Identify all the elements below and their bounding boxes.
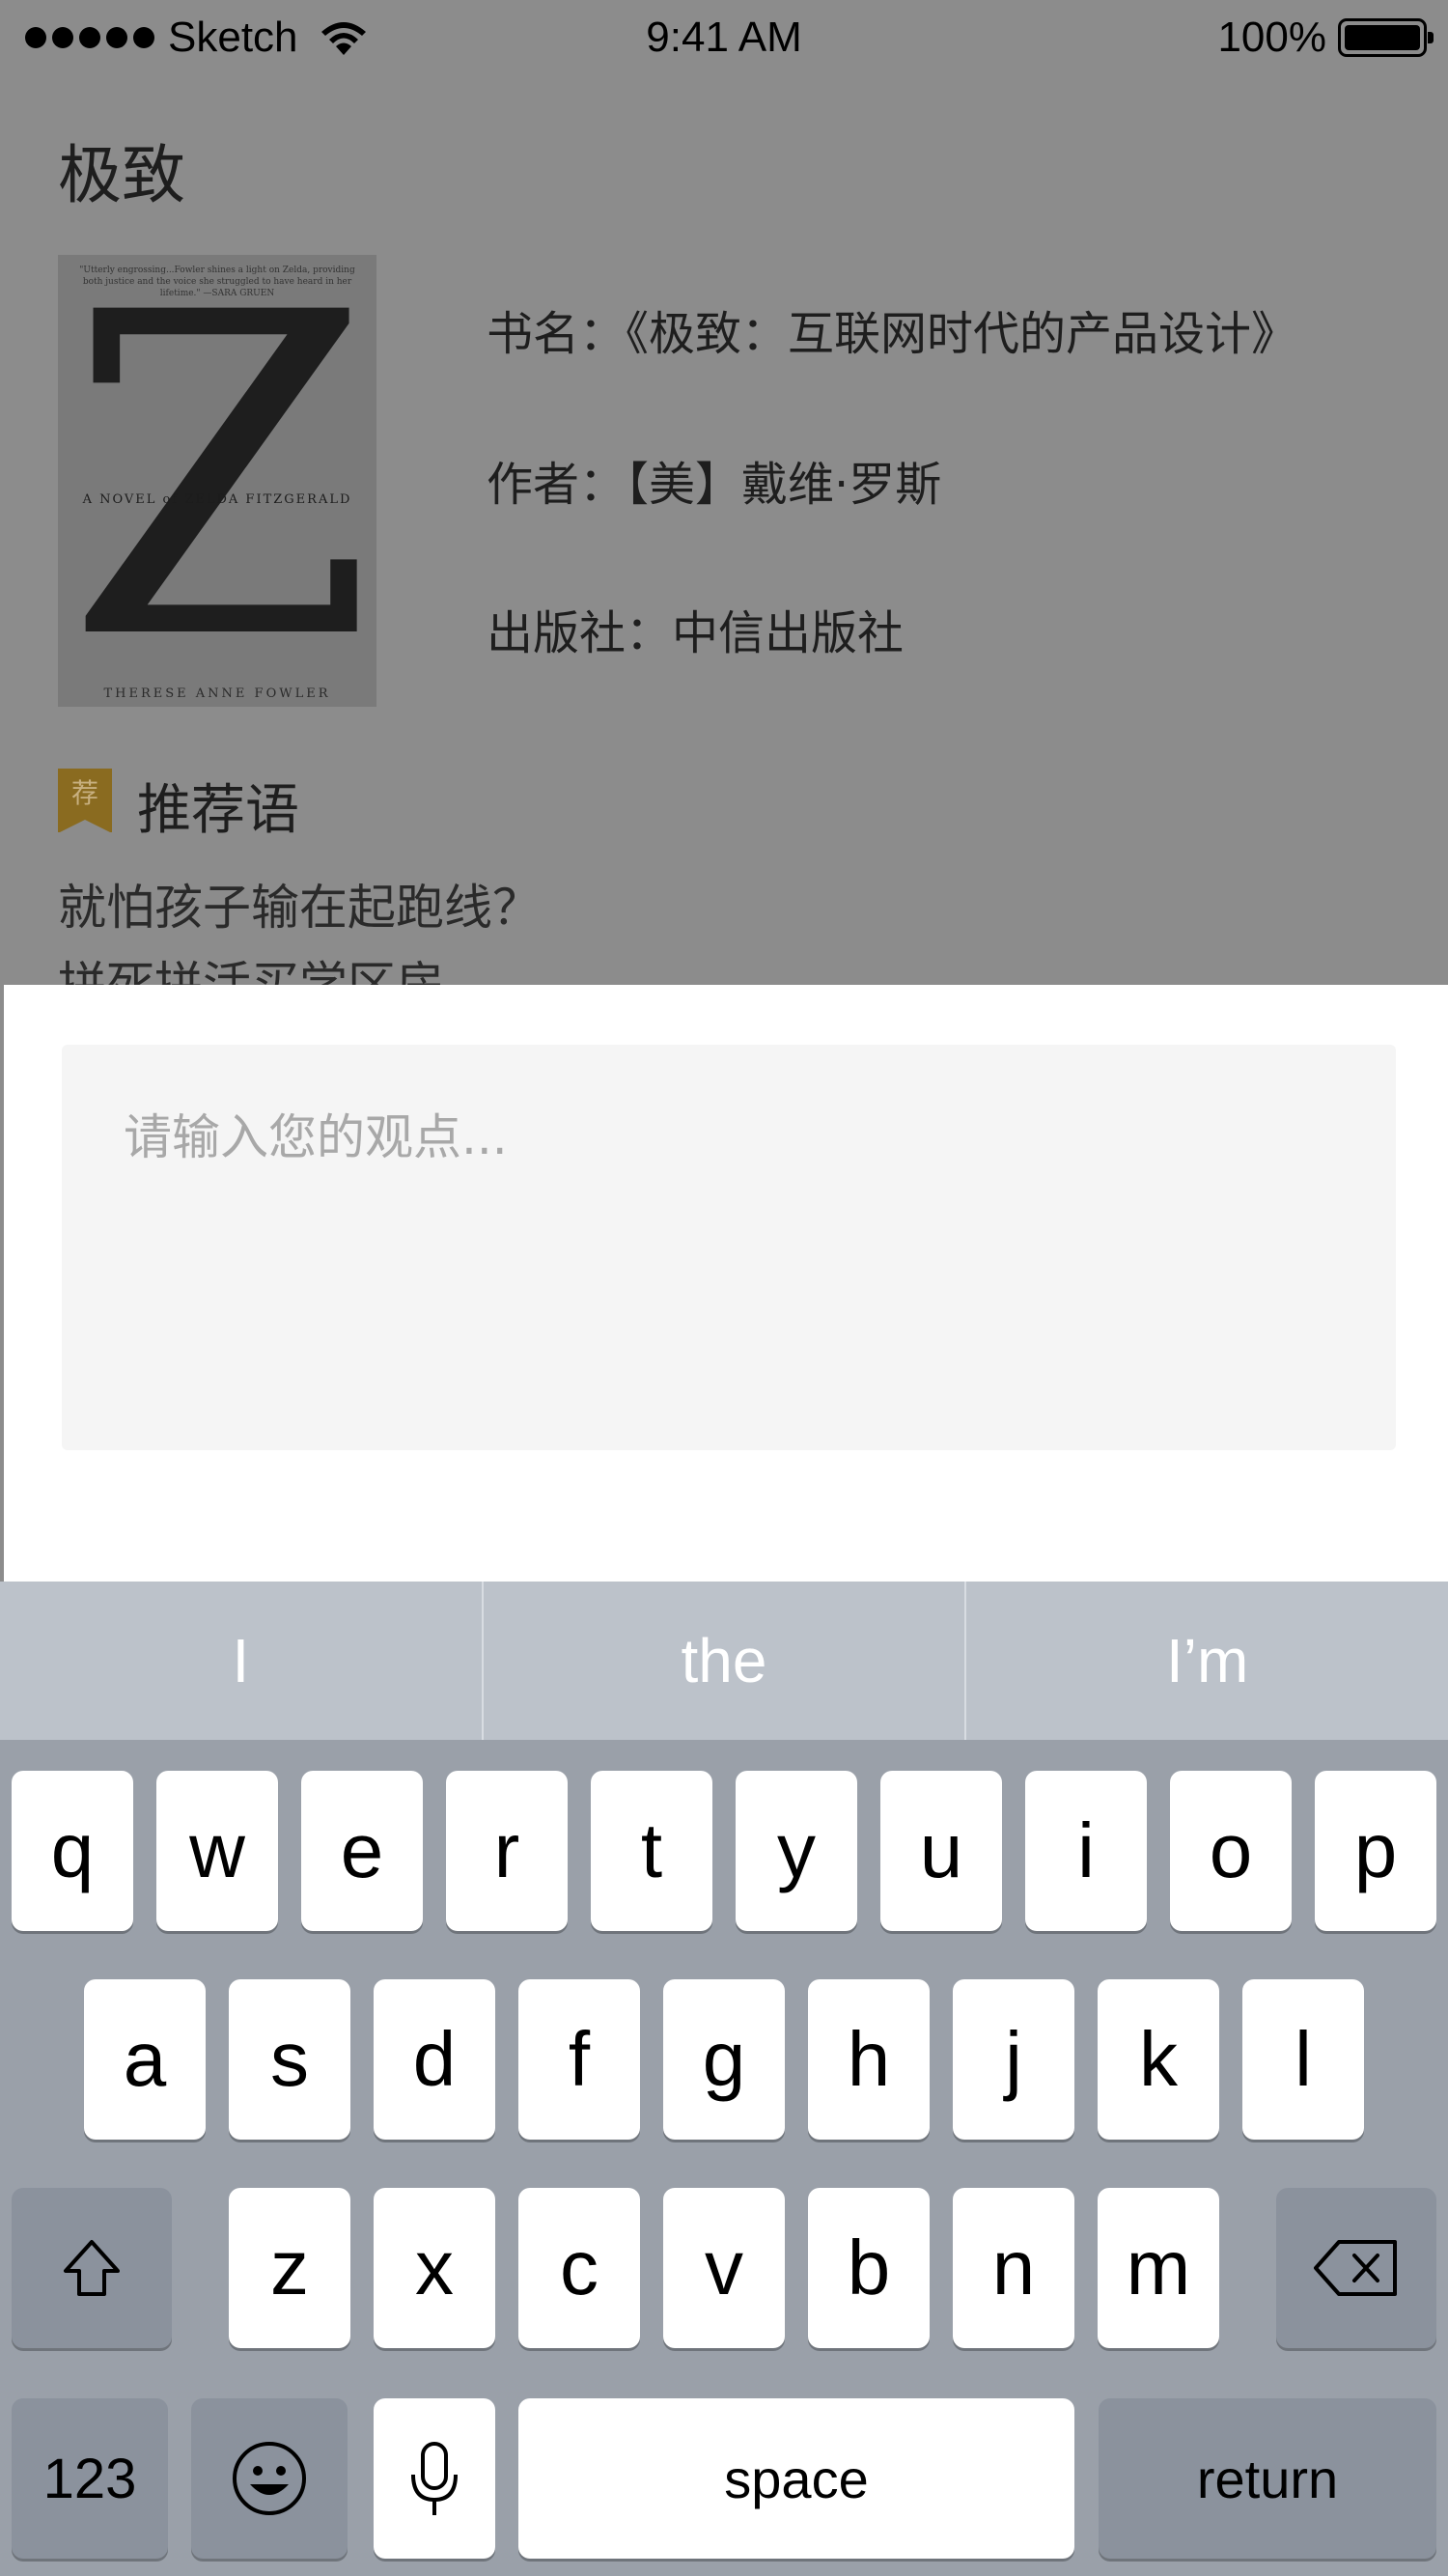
book-name: 书名：《极致：互联网时代的产品设计》 [487,307,1298,361]
key-q[interactable]: q [12,1771,133,1931]
key-o[interactable]: o [1170,1771,1292,1931]
comment-input[interactable] [62,1045,1396,1450]
key-s[interactable]: s [229,1979,350,2140]
status-bar: Sketch 9:41 AM 100% [0,0,1448,83]
key-f[interactable]: f [518,1979,640,2140]
key-n[interactable]: n [953,2188,1074,2348]
key-j[interactable]: j [953,1979,1074,2140]
backspace-icon [1314,2240,1397,2296]
suggestion-2[interactable]: the [481,1582,965,1740]
key-p[interactable]: p [1315,1771,1436,1931]
emoji-icon [233,2442,306,2515]
battery-icon [1338,18,1434,57]
key-x[interactable]: x [374,2188,495,2348]
key-area: q w e r t y u i o p a s d f g h j k l z … [0,1740,1448,2576]
key-l[interactable]: l [1242,1979,1364,2140]
book-publisher: 出版社：中信出版社 [487,606,905,660]
key-m[interactable]: m [1098,2188,1219,2348]
status-right: 100% [1217,14,1434,62]
key-t[interactable]: t [591,1771,712,1931]
recommend-badge-label: 荐 [70,777,98,809]
key-h[interactable]: h [808,1979,930,2140]
cover-series: A NOVEL of ZELDA FITZGERALD [82,492,352,507]
delete-key[interactable] [1276,2188,1436,2348]
dictation-key[interactable] [374,2398,495,2559]
page-title: 极致 [58,138,185,212]
shift-key[interactable] [12,2188,172,2348]
key-z[interactable]: z [229,2188,350,2348]
comment-sheet [4,985,1448,1582]
key-u[interactable]: u [880,1771,1002,1931]
key-e[interactable]: e [301,1771,423,1931]
microphone-icon [411,2442,458,2515]
recommend-line-1: 就怕孩子输在起跑线？ [58,880,541,936]
space-key[interactable]: space [518,2398,1074,2559]
keyboard: I the I’m q w e r t y u i o p a s d f g … [0,1582,1448,2576]
shift-icon [64,2240,120,2296]
key-y[interactable]: y [736,1771,857,1931]
numbers-key[interactable]: 123 [12,2398,168,2559]
suggestion-1[interactable]: I [0,1582,482,1740]
book-cover[interactable]: "Utterly engrossing...Fowler shines a li… [58,255,376,707]
key-c[interactable]: c [518,2188,640,2348]
book-author: 作者：【美】戴维·罗斯 [487,458,942,512]
return-key[interactable]: return [1099,2398,1436,2559]
key-k[interactable]: k [1098,1979,1219,2140]
key-i[interactable]: i [1025,1771,1147,1931]
emoji-key[interactable] [191,2398,348,2559]
key-v[interactable]: v [663,2188,785,2348]
key-d[interactable]: d [374,1979,495,2140]
cover-letter: Z [66,255,375,707]
recommend-title: 推荐语 [137,779,299,842]
key-w[interactable]: w [156,1771,278,1931]
recommend-badge-icon: 荐 [58,769,112,833]
key-g[interactable]: g [663,1979,785,2140]
key-a[interactable]: a [84,1979,206,2140]
key-b[interactable]: b [808,2188,930,2348]
battery-percentage: 100% [1217,14,1326,61]
recommend-line-2: 拼死拼活买学区房 [58,957,444,985]
suggestion-bar: I the I’m [0,1582,1448,1740]
suggestion-3[interactable]: I’m [964,1582,1448,1740]
key-r[interactable]: r [446,1771,568,1931]
cover-author: THERESE ANNE FOWLER [103,686,331,701]
